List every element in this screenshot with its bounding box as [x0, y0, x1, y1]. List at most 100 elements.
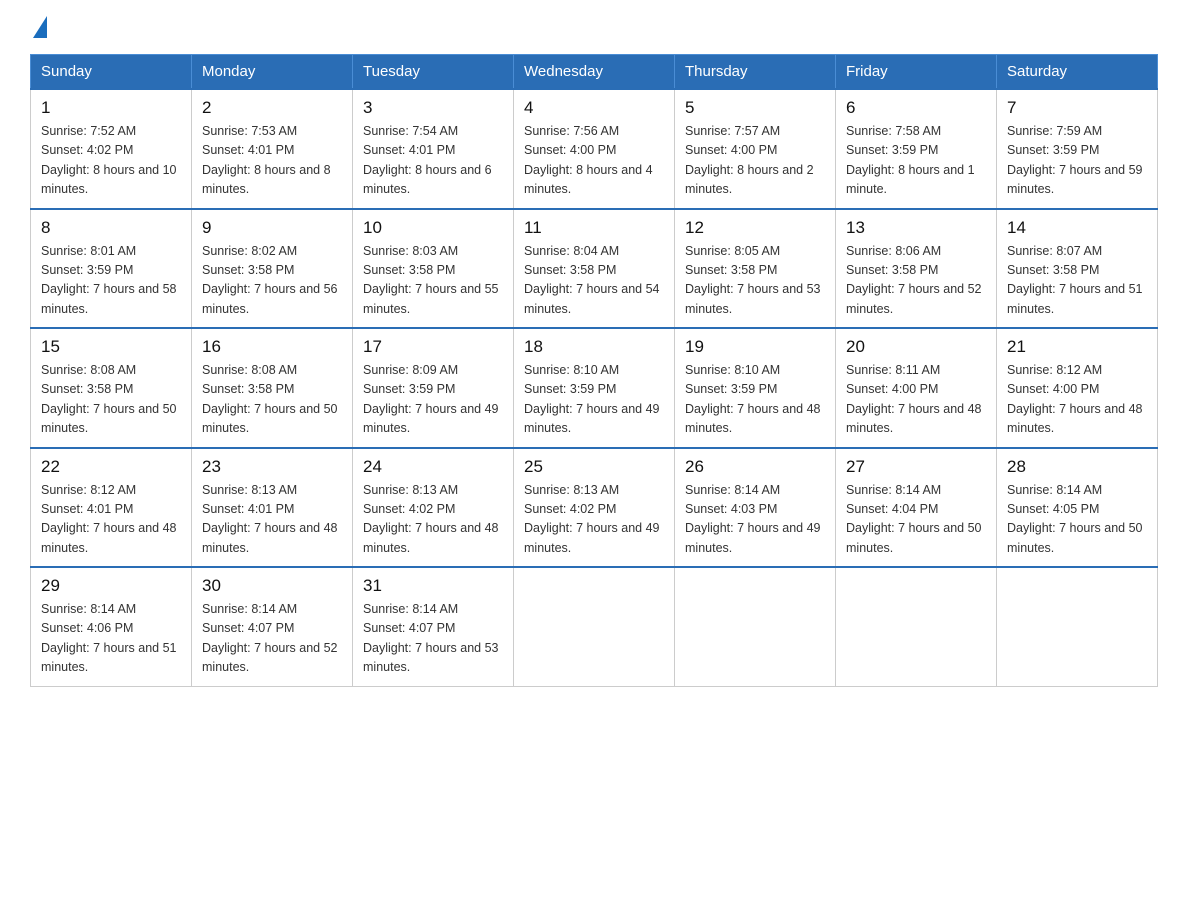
calendar-cell: 27Sunrise: 8:14 AMSunset: 4:04 PMDayligh… — [836, 448, 997, 568]
weekday-header-friday: Friday — [836, 55, 997, 90]
calendar-cell — [675, 567, 836, 686]
calendar-cell: 4 Sunrise: 7:56 AMSunset: 4:00 PMDaylight… — [514, 89, 675, 209]
calendar-week-row: 8 Sunrise: 8:01 AMSunset: 3:59 PMDaylight… — [31, 209, 1158, 329]
day-number: 16 — [202, 337, 342, 357]
day-number: 31 — [363, 576, 503, 596]
calendar-cell: 5 Sunrise: 7:57 AMSunset: 4:00 PMDaylight… — [675, 89, 836, 209]
calendar-cell: 28Sunrise: 8:14 AMSunset: 4:05 PMDayligh… — [997, 448, 1158, 568]
page-header — [30, 20, 1158, 34]
weekday-header-row: SundayMondayTuesdayWednesdayThursdayFrid… — [31, 55, 1158, 90]
day-info: Sunrise: 8:14 AMSunset: 4:07 PMDaylight:… — [202, 602, 338, 674]
day-number: 30 — [202, 576, 342, 596]
calendar-cell: 25 Sunrise: 8:13 AMSunset: 4:02 PMDayligh… — [514, 448, 675, 568]
weekday-header-sunday: Sunday — [31, 55, 192, 90]
calendar-week-row: 15 Sunrise: 8:08 AMSunset: 3:58 PMDayligh… — [31, 328, 1158, 448]
day-number: 11 — [524, 218, 664, 238]
day-info: Sunrise: 8:14 AMSunset: 4:04 PMDaylight:… — [846, 483, 982, 555]
logo-triangle-icon — [33, 16, 47, 38]
calendar-cell — [514, 567, 675, 686]
day-number: 19 — [685, 337, 825, 357]
calendar-week-row: 1 Sunrise: 7:52 AMSunset: 4:02 PMDaylight… — [31, 89, 1158, 209]
weekday-header-tuesday: Tuesday — [353, 55, 514, 90]
day-number: 25 — [524, 457, 664, 477]
weekday-header-saturday: Saturday — [997, 55, 1158, 90]
calendar-cell: 26 Sunrise: 8:14 AMSunset: 4:03 PMDayligh… — [675, 448, 836, 568]
day-number: 24 — [363, 457, 503, 477]
day-number: 7 — [1007, 98, 1147, 118]
day-info: Sunrise: 8:08 AMSunset: 3:58 PMDaylight:… — [41, 363, 177, 435]
calendar-cell: 19 Sunrise: 8:10 AMSunset: 3:59 PMDayligh… — [675, 328, 836, 448]
day-info: Sunrise: 7:53 AMSunset: 4:01 PMDaylight:… — [202, 124, 331, 196]
day-info: Sunrise: 8:11 AMSunset: 4:00 PMDaylight:… — [846, 363, 982, 435]
day-info: Sunrise: 7:59 AMSunset: 3:59 PMDaylight:… — [1007, 124, 1143, 196]
logo — [30, 20, 47, 34]
weekday-header-wednesday: Wednesday — [514, 55, 675, 90]
day-number: 28 — [1007, 457, 1147, 477]
calendar-cell: 29 Sunrise: 8:14 AMSunset: 4:06 PMDayligh… — [31, 567, 192, 686]
calendar-cell: 1 Sunrise: 7:52 AMSunset: 4:02 PMDaylight… — [31, 89, 192, 209]
day-info: Sunrise: 7:58 AMSunset: 3:59 PMDaylight:… — [846, 124, 975, 196]
day-number: 10 — [363, 218, 503, 238]
day-info: Sunrise: 8:05 AMSunset: 3:58 PMDaylight:… — [685, 244, 821, 316]
day-info: Sunrise: 8:02 AMSunset: 3:58 PMDaylight:… — [202, 244, 338, 316]
day-info: Sunrise: 7:54 AMSunset: 4:01 PMDaylight:… — [363, 124, 492, 196]
calendar-cell: 15 Sunrise: 8:08 AMSunset: 3:58 PMDayligh… — [31, 328, 192, 448]
calendar-cell: 9 Sunrise: 8:02 AMSunset: 3:58 PMDaylight… — [192, 209, 353, 329]
day-info: Sunrise: 7:57 AMSunset: 4:00 PMDaylight:… — [685, 124, 814, 196]
calendar-cell: 10 Sunrise: 8:03 AMSunset: 3:58 PMDayligh… — [353, 209, 514, 329]
calendar-cell: 24 Sunrise: 8:13 AMSunset: 4:02 PMDayligh… — [353, 448, 514, 568]
calendar-cell: 18 Sunrise: 8:10 AMSunset: 3:59 PMDayligh… — [514, 328, 675, 448]
day-number: 5 — [685, 98, 825, 118]
day-info: Sunrise: 8:10 AMSunset: 3:59 PMDaylight:… — [685, 363, 821, 435]
day-info: Sunrise: 8:13 AMSunset: 4:01 PMDaylight:… — [202, 483, 338, 555]
day-number: 4 — [524, 98, 664, 118]
calendar-cell: 2Sunrise: 7:53 AMSunset: 4:01 PMDaylight… — [192, 89, 353, 209]
calendar-cell: 23 Sunrise: 8:13 AMSunset: 4:01 PMDayligh… — [192, 448, 353, 568]
day-number: 15 — [41, 337, 181, 357]
calendar-cell: 8 Sunrise: 8:01 AMSunset: 3:59 PMDaylight… — [31, 209, 192, 329]
day-number: 6 — [846, 98, 986, 118]
calendar-cell: 31 Sunrise: 8:14 AMSunset: 4:07 PMDayligh… — [353, 567, 514, 686]
day-number: 23 — [202, 457, 342, 477]
day-number: 29 — [41, 576, 181, 596]
day-info: Sunrise: 8:12 AMSunset: 4:01 PMDaylight:… — [41, 483, 177, 555]
day-info: Sunrise: 8:04 AMSunset: 3:58 PMDaylight:… — [524, 244, 660, 316]
day-number: 17 — [363, 337, 503, 357]
calendar-cell: 7 Sunrise: 7:59 AMSunset: 3:59 PMDaylight… — [997, 89, 1158, 209]
calendar-cell: 22 Sunrise: 8:12 AMSunset: 4:01 PMDayligh… — [31, 448, 192, 568]
day-number: 18 — [524, 337, 664, 357]
day-info: Sunrise: 8:13 AMSunset: 4:02 PMDaylight:… — [524, 483, 660, 555]
calendar-cell: 17 Sunrise: 8:09 AMSunset: 3:59 PMDayligh… — [353, 328, 514, 448]
day-info: Sunrise: 8:07 AMSunset: 3:58 PMDaylight:… — [1007, 244, 1143, 316]
day-info: Sunrise: 7:56 AMSunset: 4:00 PMDaylight:… — [524, 124, 653, 196]
day-number: 9 — [202, 218, 342, 238]
calendar-cell: 13 Sunrise: 8:06 AMSunset: 3:58 PMDayligh… — [836, 209, 997, 329]
day-number: 8 — [41, 218, 181, 238]
day-info: Sunrise: 8:13 AMSunset: 4:02 PMDaylight:… — [363, 483, 499, 555]
calendar-cell: 21Sunrise: 8:12 AMSunset: 4:00 PMDayligh… — [997, 328, 1158, 448]
day-number: 22 — [41, 457, 181, 477]
calendar-table: SundayMondayTuesdayWednesdayThursdayFrid… — [30, 54, 1158, 687]
calendar-cell: 3Sunrise: 7:54 AMSunset: 4:01 PMDaylight… — [353, 89, 514, 209]
day-info: Sunrise: 8:06 AMSunset: 3:58 PMDaylight:… — [846, 244, 982, 316]
day-info: Sunrise: 8:01 AMSunset: 3:59 PMDaylight:… — [41, 244, 177, 316]
day-info: Sunrise: 8:03 AMSunset: 3:58 PMDaylight:… — [363, 244, 499, 316]
day-info: Sunrise: 8:08 AMSunset: 3:58 PMDaylight:… — [202, 363, 338, 435]
day-number: 12 — [685, 218, 825, 238]
day-info: Sunrise: 7:52 AMSunset: 4:02 PMDaylight:… — [41, 124, 177, 196]
day-info: Sunrise: 8:14 AMSunset: 4:07 PMDaylight:… — [363, 602, 499, 674]
day-number: 1 — [41, 98, 181, 118]
day-info: Sunrise: 8:12 AMSunset: 4:00 PMDaylight:… — [1007, 363, 1143, 435]
calendar-cell: 14 Sunrise: 8:07 AMSunset: 3:58 PMDayligh… — [997, 209, 1158, 329]
calendar-week-row: 22 Sunrise: 8:12 AMSunset: 4:01 PMDayligh… — [31, 448, 1158, 568]
weekday-header-monday: Monday — [192, 55, 353, 90]
calendar-cell: 12 Sunrise: 8:05 AMSunset: 3:58 PMDayligh… — [675, 209, 836, 329]
day-number: 26 — [685, 457, 825, 477]
calendar-cell — [836, 567, 997, 686]
day-info: Sunrise: 8:14 AMSunset: 4:06 PMDaylight:… — [41, 602, 177, 674]
day-info: Sunrise: 8:14 AMSunset: 4:03 PMDaylight:… — [685, 483, 821, 555]
day-info: Sunrise: 8:10 AMSunset: 3:59 PMDaylight:… — [524, 363, 660, 435]
day-number: 14 — [1007, 218, 1147, 238]
day-info: Sunrise: 8:09 AMSunset: 3:59 PMDaylight:… — [363, 363, 499, 435]
day-number: 13 — [846, 218, 986, 238]
